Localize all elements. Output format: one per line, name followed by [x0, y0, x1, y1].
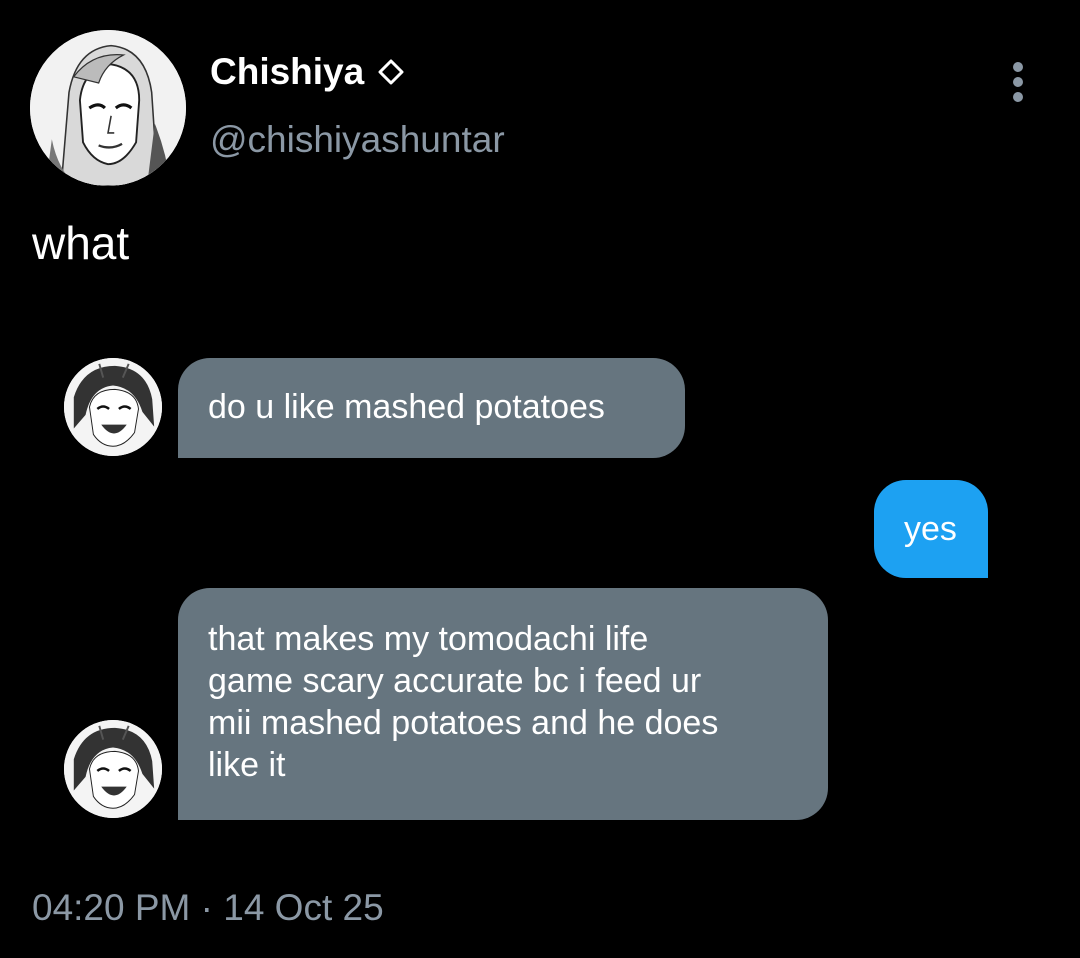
sender-avatar[interactable] [64, 358, 162, 456]
more-vertical-icon [1013, 62, 1023, 72]
manga-portrait-icon [30, 30, 186, 186]
display-name[interactable]: Chishiya [210, 50, 406, 94]
profile-avatar[interactable] [30, 30, 186, 186]
message-bubble-incoming[interactable]: do u like mashed potatoes [178, 358, 685, 458]
more-vertical-icon-dot [1013, 92, 1023, 102]
sender-avatar[interactable] [64, 720, 162, 818]
user-handle[interactable]: @chishiyashuntar [210, 118, 505, 162]
more-options-button[interactable] [1004, 60, 1032, 104]
message-bubble-outgoing[interactable]: yes [874, 480, 988, 578]
more-vertical-icon-dot [1013, 77, 1023, 87]
display-name-text: Chishiya [210, 51, 365, 92]
tweet-text: what [32, 217, 130, 269]
message-bubble-incoming[interactable]: that makes my tomodachi life game scary … [178, 588, 828, 820]
manga-portrait-icon [64, 358, 162, 456]
manga-portrait-icon [64, 720, 162, 818]
diamond-outline-icon [378, 59, 404, 85]
tweet-timestamp[interactable]: 04:20 PM · 14 Oct 25 [32, 886, 384, 930]
